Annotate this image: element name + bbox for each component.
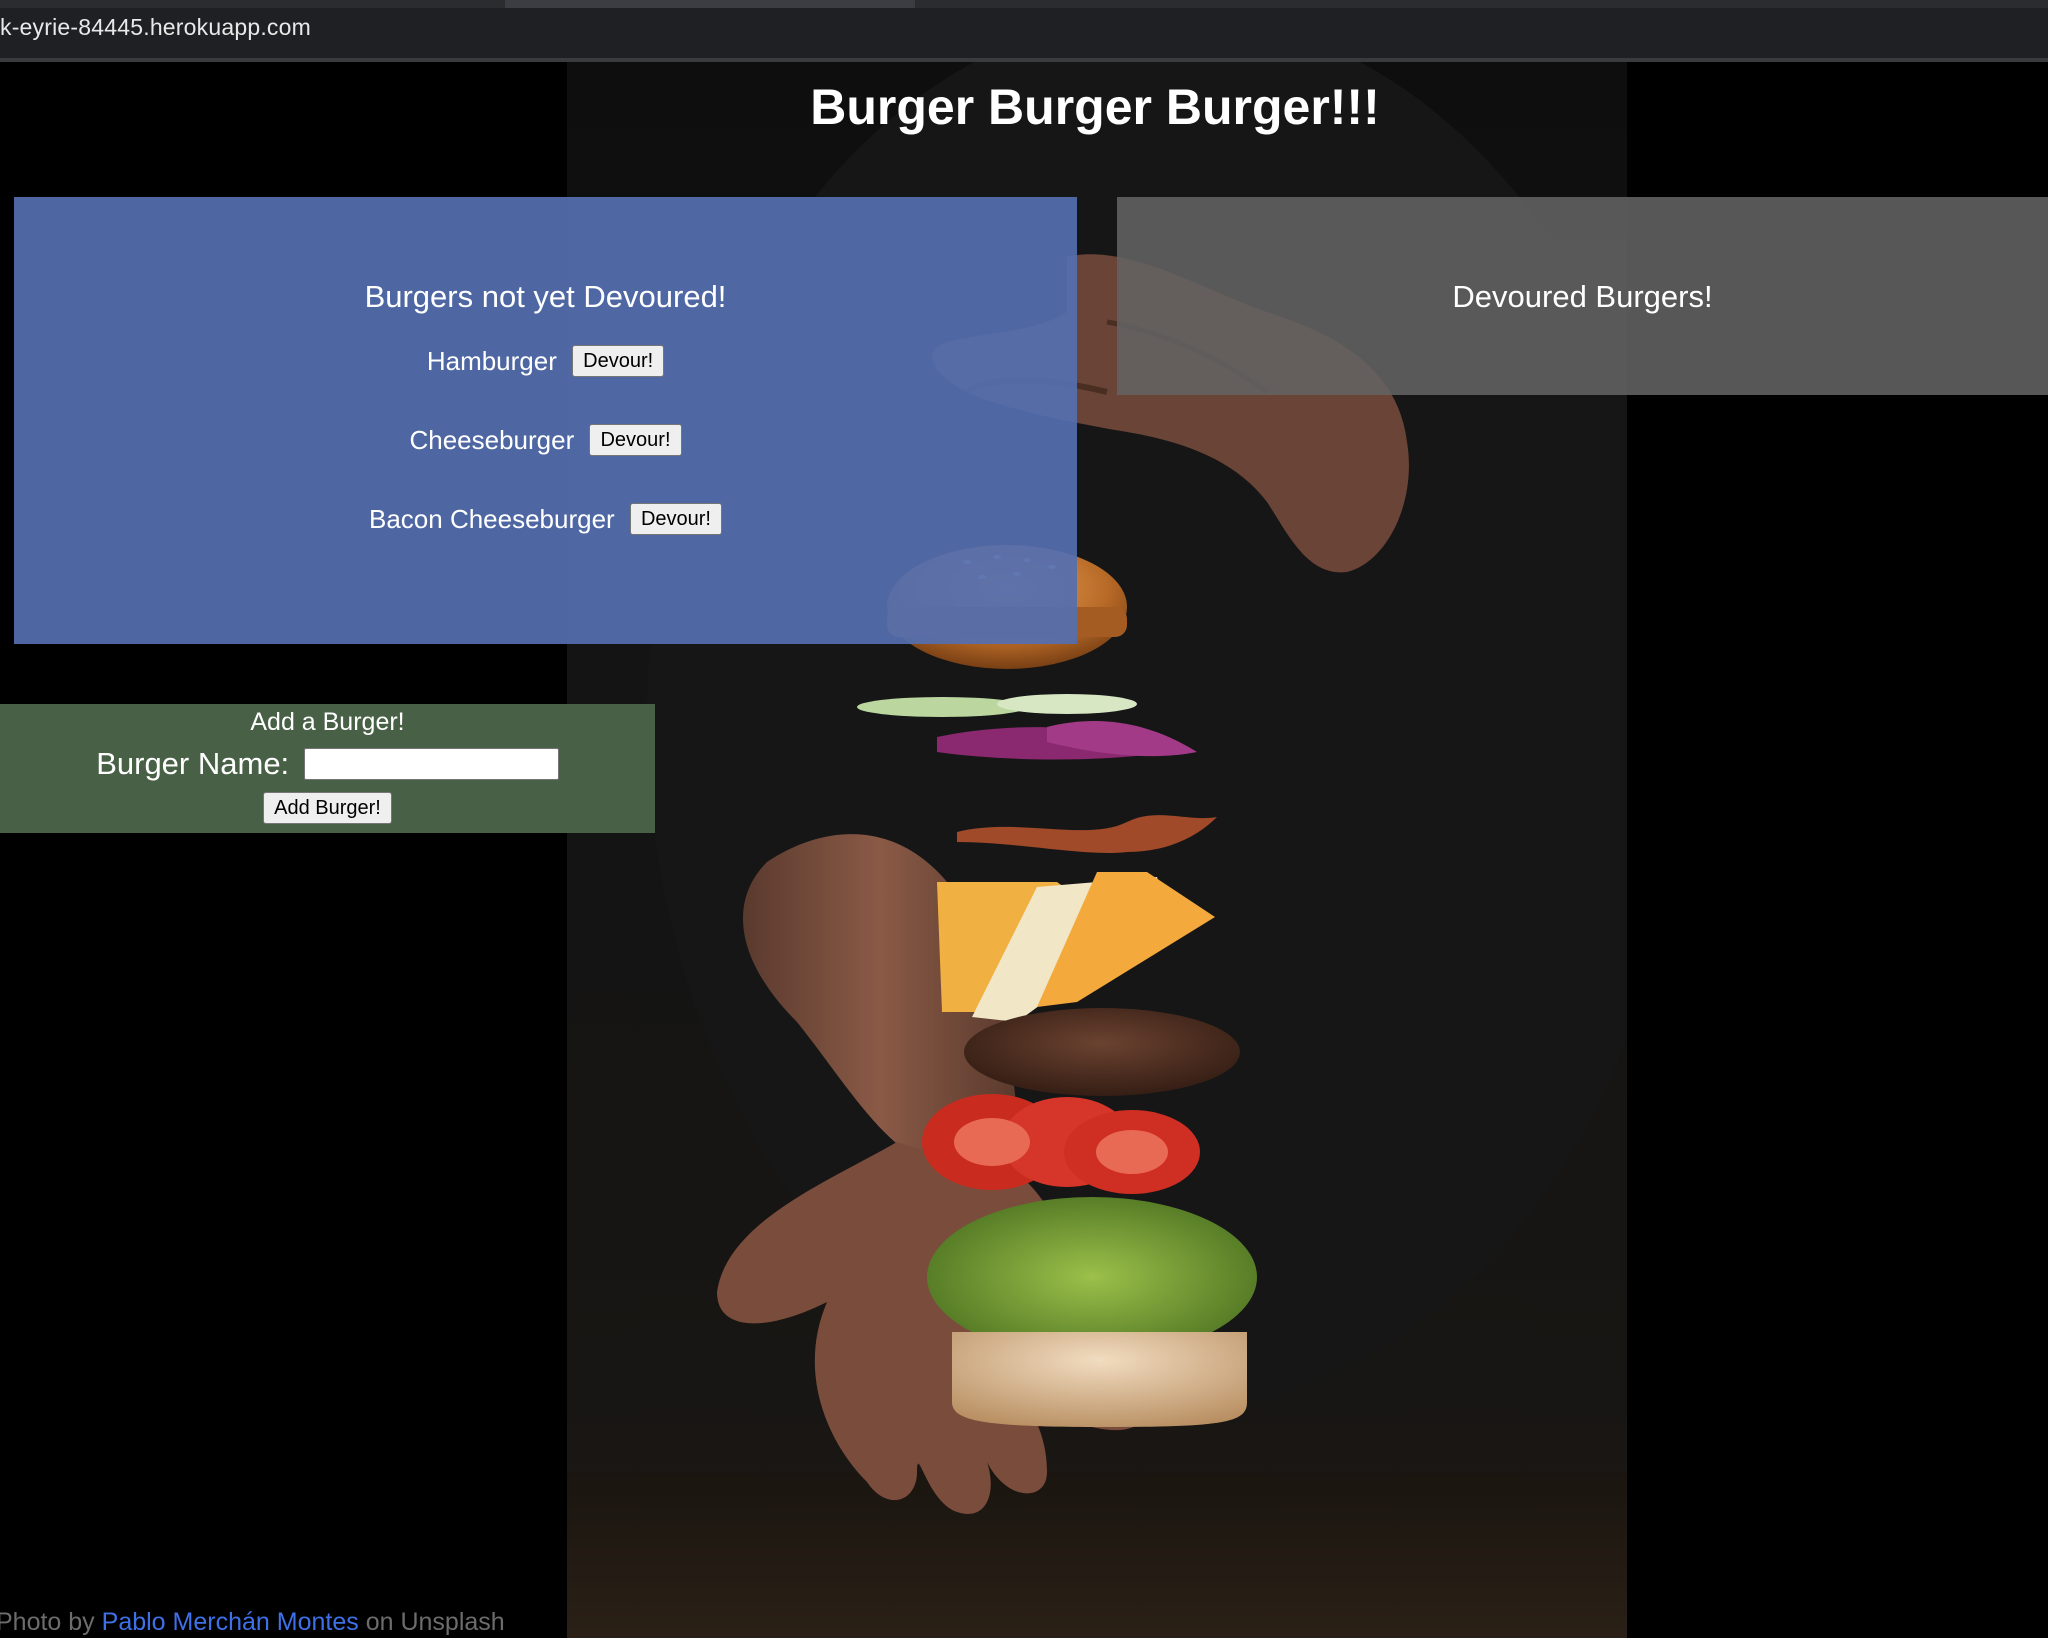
credit-author-link[interactable]: Pablo Merchán Montes: [102, 1608, 359, 1636]
add-burger-form: Add a Burger! Burger Name: Add Burger!: [0, 704, 655, 833]
burger-name-label: Burger Name:: [96, 745, 290, 781]
burger-name-input[interactable]: [303, 747, 559, 780]
devour-button[interactable]: Devour!: [572, 345, 665, 378]
burger-name: Hamburger: [426, 346, 557, 377]
burger-name: Cheeseburger: [409, 425, 575, 456]
add-burger-heading: Add a Burger!: [250, 708, 405, 736]
credit-prefix: Photo by: [0, 1608, 95, 1636]
page-viewport: Burger Burger Burger!!! Burgers not yet …: [0, 62, 2048, 1638]
not-devoured-heading: Burgers not yet Devoured!: [364, 279, 727, 314]
address-bar-url[interactable]: k-eyrie-84445.herokuapp.com: [0, 14, 311, 41]
devour-button[interactable]: Devour!: [589, 424, 682, 457]
add-burger-submit-wrap: Add Burger!: [0, 792, 655, 824]
not-devoured-panel: Burgers not yet Devoured! Hamburger Devo…: [14, 197, 1077, 644]
burger-name-row: Burger Name:: [0, 744, 655, 782]
add-burger-button[interactable]: Add Burger!: [263, 792, 392, 824]
browser-toolbar: k-eyrie-84445.herokuapp.com: [0, 0, 2048, 62]
credit-site: Unsplash: [400, 1608, 505, 1636]
tab-strip: [0, 0, 2048, 8]
page-title: Burger Burger Burger!!!: [810, 79, 1380, 135]
photo-credit: Photo by Pablo Merchán Montes on Unsplas…: [0, 1608, 505, 1637]
browser-tab[interactable]: [505, 0, 915, 8]
burger-name: Bacon Cheeseburger: [369, 504, 615, 535]
devoured-panel: Devoured Burgers!: [1117, 197, 2048, 395]
burger-list-item: Hamburger Devour!: [14, 342, 1077, 378]
devour-button[interactable]: Devour!: [629, 503, 722, 536]
burger-list-item: Bacon Cheeseburger Devour!: [14, 500, 1077, 536]
devoured-heading: Devoured Burgers!: [1452, 279, 1713, 314]
credit-middle: on: [365, 1608, 394, 1636]
burger-list-item: Cheeseburger Devour!: [14, 421, 1077, 457]
